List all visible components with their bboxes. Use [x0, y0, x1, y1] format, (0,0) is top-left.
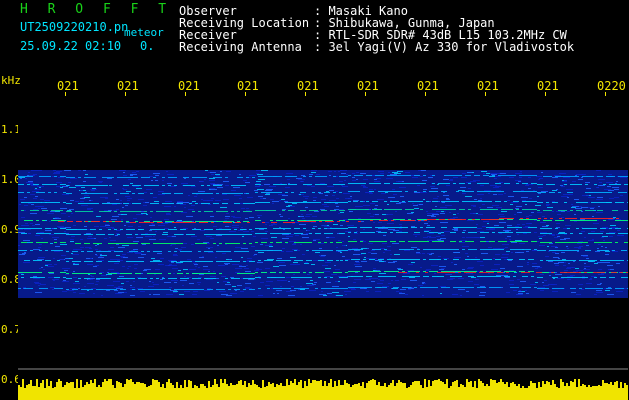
time-tick: 021	[237, 79, 259, 93]
level-bar	[18, 379, 628, 400]
time-tick: 021	[57, 79, 79, 93]
time-tick: 021	[178, 79, 200, 93]
time-tick: 021	[477, 79, 499, 93]
time-tick: 021	[417, 79, 439, 93]
antenna-value: : 3el Yagi(V) Az 330 for Vladivostok	[314, 40, 575, 54]
spectrogram	[18, 92, 628, 400]
time-tick: 0220	[597, 79, 626, 93]
count-label: 0.	[140, 39, 155, 53]
time-tick: 021	[297, 79, 319, 93]
antenna-label: Receiving Antenna	[179, 40, 302, 54]
time-tick: 021	[357, 79, 379, 93]
time-tick-marks	[65, 92, 606, 96]
freq-unit-label: kHz	[1, 74, 21, 87]
type-label: meteor	[124, 26, 164, 39]
time-tick: 021	[117, 79, 139, 93]
time-tick: 021	[537, 79, 559, 93]
datetime-label: 25.09.22 02:10	[20, 39, 122, 53]
program-title: H R O F F T	[20, 2, 173, 17]
filename-label: UT2509220210.pn	[20, 20, 129, 34]
